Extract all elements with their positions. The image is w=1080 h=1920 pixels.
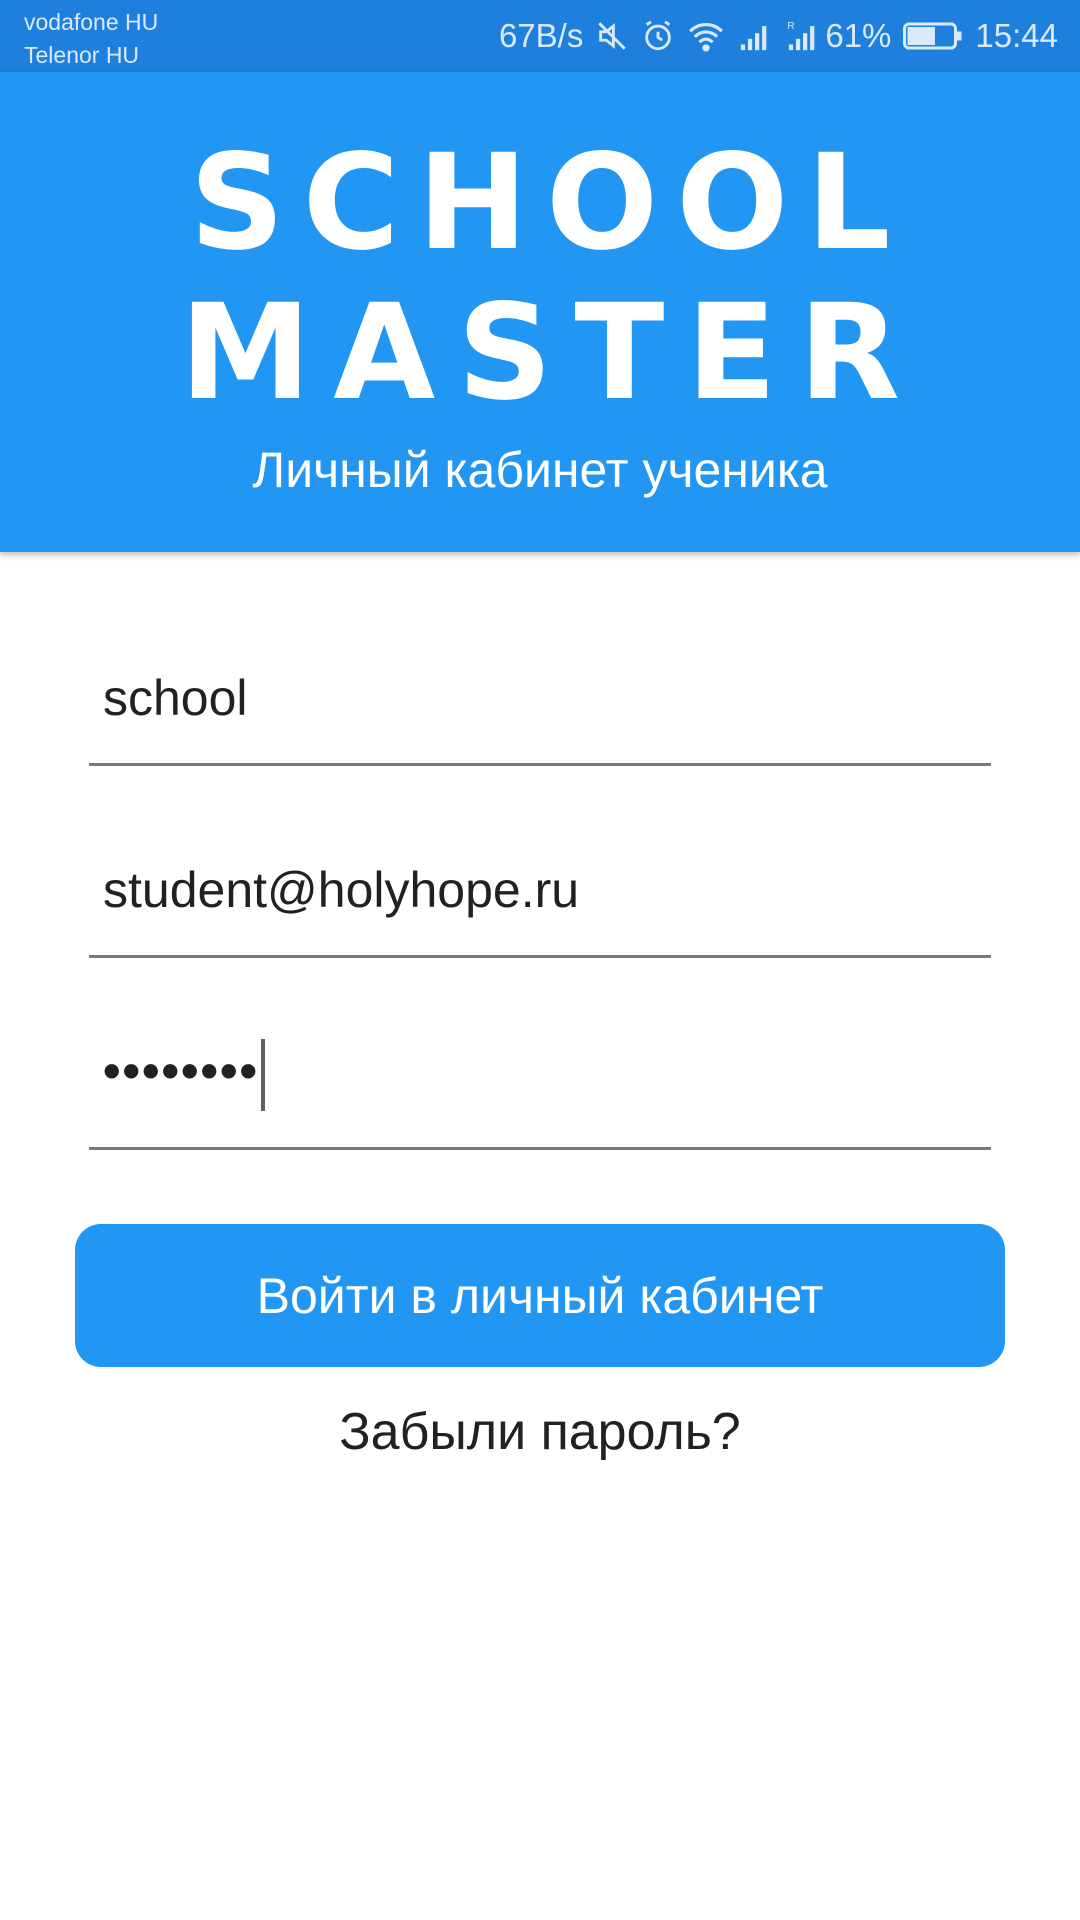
network-speed: 67B/s [498, 17, 584, 54]
logo-line-2: MASTER [179, 276, 923, 430]
app-header: SCHOOL MASTER Личный кабинет ученика [0, 72, 1080, 552]
carrier-info: vodafone HU Telenor HU [24, 6, 158, 72]
password-field-container: •••••••• [103, 1039, 266, 1111]
carrier-name-1: vodafone HU [24, 9, 159, 35]
login-button[interactable]: Войти в личный кабинет [75, 1224, 1005, 1367]
roaming-signal-icon: R [785, 19, 821, 53]
text-cursor [261, 1039, 266, 1111]
status-indicators: 67B/s R 61% 15:44 [487, 0, 1058, 72]
email-field-value: student@holyhope.ru [103, 862, 580, 918]
email-field[interactable]: student@holyhope.ru [89, 858, 991, 958]
forgot-password-link[interactable]: Забыли пароль? [0, 1402, 1080, 1462]
carrier-name-2: Telenor HU [24, 42, 140, 68]
logo-line-1: SCHOOL [189, 126, 909, 280]
mute-icon [595, 19, 629, 53]
battery-percent: 61% [825, 17, 892, 54]
battery-icon [903, 21, 963, 51]
status-bar: vodafone HU Telenor HU 67B/s R 61% 15:44 [0, 0, 1080, 72]
school-master-logo: SCHOOL MASTER [0, 128, 1080, 428]
password-field[interactable]: •••••••• [89, 1039, 991, 1150]
clock: 15:44 [975, 17, 1058, 54]
page-subtitle: Личный кабинет ученика [252, 442, 828, 498]
svg-text:R: R [788, 21, 795, 32]
password-field-value: •••••••• [103, 1043, 260, 1100]
school-field-value: school [103, 670, 248, 726]
alarm-icon [641, 19, 675, 53]
signal-icon [737, 19, 773, 53]
wifi-icon [687, 19, 725, 53]
school-field[interactable]: school [89, 666, 991, 766]
